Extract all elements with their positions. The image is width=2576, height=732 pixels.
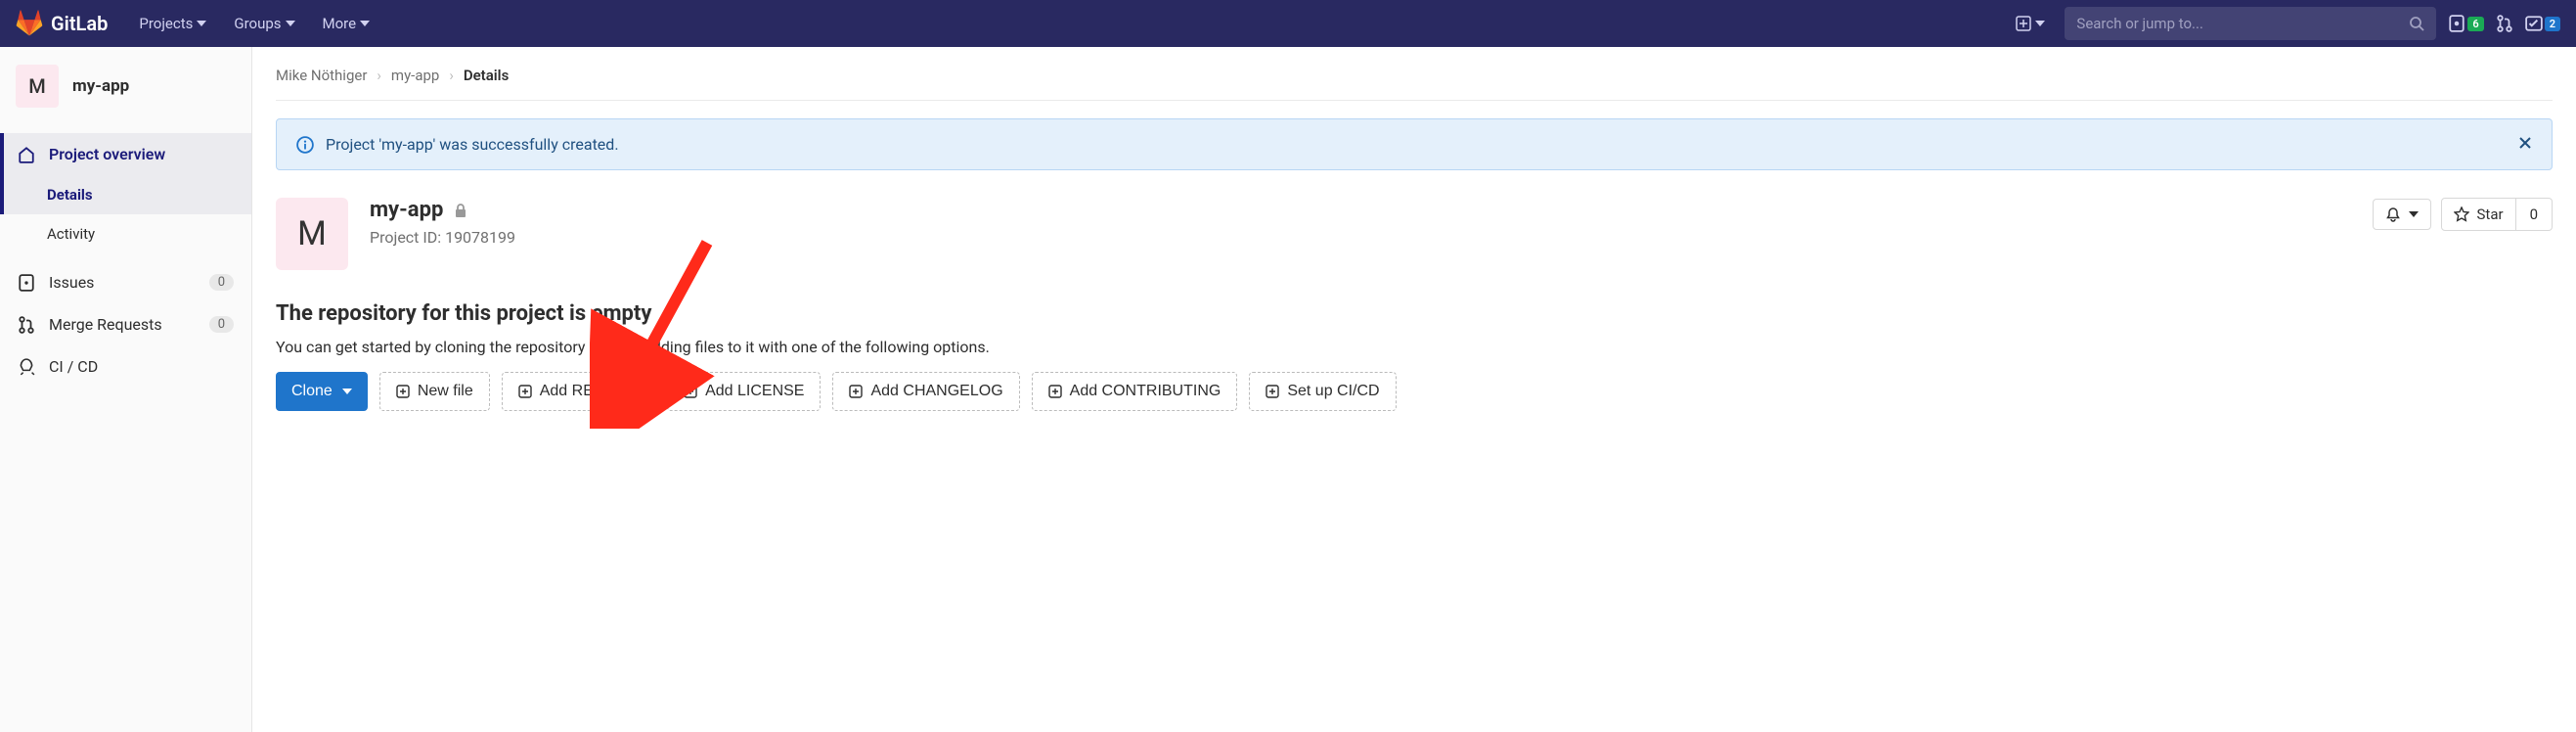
merge-requests-shortcut[interactable] bbox=[2496, 15, 2513, 32]
success-alert: Project 'my-app' was successfully create… bbox=[276, 118, 2553, 170]
top-navbar: GitLab Projects Groups More Search or ju… bbox=[0, 0, 2576, 47]
empty-repo-title: The repository for this project is empty bbox=[276, 301, 2553, 326]
project-name: my-app bbox=[72, 76, 129, 96]
notifications-dropdown[interactable] bbox=[2373, 199, 2431, 230]
sidebar-item-merge-requests[interactable]: Merge Requests 0 bbox=[0, 303, 251, 345]
brand-logo[interactable]: GitLab bbox=[16, 10, 108, 37]
rocket-icon bbox=[18, 358, 35, 376]
star-button[interactable]: Star bbox=[2441, 198, 2516, 231]
issues-icon bbox=[18, 274, 35, 292]
merge-icon bbox=[18, 316, 35, 334]
plus-square-icon bbox=[1048, 385, 1062, 398]
sidebar-project-header[interactable]: M my-app bbox=[0, 47, 251, 125]
todos-badge: 2 bbox=[2545, 17, 2560, 31]
issues-badge: 6 bbox=[2467, 17, 2483, 31]
nav-groups[interactable]: Groups bbox=[222, 7, 306, 40]
sidebar-item-overview[interactable]: Project overview bbox=[0, 133, 251, 175]
sidebar-subitem-activity[interactable]: Activity bbox=[0, 214, 251, 253]
breadcrumb-current: Details bbox=[464, 67, 509, 84]
breadcrumb-project[interactable]: my-app bbox=[391, 67, 439, 84]
search-placeholder: Search or jump to... bbox=[2076, 15, 2203, 32]
add-license-button[interactable]: Add LICENSE bbox=[667, 372, 821, 411]
breadcrumb-user[interactable]: Mike Nöthiger bbox=[276, 67, 367, 84]
nav-items: Projects Groups More bbox=[127, 7, 381, 40]
new-dropdown[interactable] bbox=[2008, 10, 2053, 37]
chevron-down-icon bbox=[2409, 211, 2419, 217]
clone-button[interactable]: Clone bbox=[276, 372, 368, 411]
chevron-down-icon bbox=[286, 21, 295, 26]
new-file-button[interactable]: New file bbox=[379, 372, 490, 411]
alert-text: Project 'my-app' was successfully create… bbox=[326, 135, 619, 154]
home-icon bbox=[18, 146, 35, 163]
chevron-down-icon bbox=[2035, 21, 2045, 26]
hero-avatar: M bbox=[276, 198, 348, 270]
project-avatar: M bbox=[16, 65, 59, 108]
empty-repo-subtitle: You can get started by cloning the repos… bbox=[276, 338, 2553, 356]
add-readme-button[interactable]: Add README bbox=[502, 372, 655, 411]
brand-name: GitLab bbox=[51, 12, 108, 35]
breadcrumb: Mike Nöthiger › my-app › Details bbox=[276, 67, 2553, 101]
mr-count-badge: 0 bbox=[209, 316, 234, 333]
sidebar: M my-app Project overview Details Activi… bbox=[0, 47, 252, 732]
issues-count-badge: 0 bbox=[209, 274, 234, 291]
add-changelog-button[interactable]: Add CHANGELOG bbox=[832, 372, 1019, 411]
plus-square-icon bbox=[396, 385, 410, 398]
todos-shortcut[interactable]: 2 bbox=[2525, 15, 2560, 32]
gitlab-logo-icon bbox=[16, 10, 43, 37]
add-contributing-button[interactable]: Add CONTRIBUTING bbox=[1032, 372, 1238, 411]
star-icon bbox=[2454, 206, 2469, 222]
plus-square-icon bbox=[1266, 385, 1279, 398]
sidebar-subitem-details[interactable]: Details bbox=[0, 175, 251, 214]
search-icon bbox=[2409, 16, 2424, 31]
issues-shortcut[interactable]: 6 bbox=[2448, 15, 2483, 32]
project-hero: M my-app Project ID: 19078199 Star bbox=[276, 198, 2553, 270]
bell-icon bbox=[2385, 206, 2401, 222]
plus-square-icon bbox=[849, 385, 863, 398]
nav-more[interactable]: More bbox=[311, 7, 382, 40]
info-icon bbox=[296, 136, 314, 154]
plus-square-icon bbox=[2016, 16, 2031, 31]
project-id: Project ID: 19078199 bbox=[370, 228, 2351, 247]
quick-actions: Clone New file Add README Add LICENSE Ad… bbox=[276, 372, 2553, 411]
search-input[interactable]: Search or jump to... bbox=[2065, 7, 2436, 40]
chevron-down-icon bbox=[342, 389, 352, 394]
main-content: Mike Nöthiger › my-app › Details Project… bbox=[252, 47, 2576, 732]
star-count[interactable]: 0 bbox=[2516, 198, 2553, 231]
close-icon bbox=[2518, 136, 2532, 150]
setup-cicd-button[interactable]: Set up CI/CD bbox=[1249, 372, 1396, 411]
chevron-down-icon bbox=[360, 21, 370, 26]
sidebar-item-cicd[interactable]: CI / CD bbox=[0, 345, 251, 388]
sidebar-item-issues[interactable]: Issues 0 bbox=[0, 261, 251, 303]
hero-title: my-app bbox=[370, 198, 443, 222]
nav-projects[interactable]: Projects bbox=[127, 7, 218, 40]
header-right: Search or jump to... 6 2 bbox=[2008, 7, 2560, 40]
plus-square-icon bbox=[684, 385, 697, 398]
alert-close-button[interactable] bbox=[2518, 135, 2532, 154]
chevron-down-icon bbox=[197, 21, 206, 26]
lock-icon bbox=[453, 203, 468, 218]
plus-square-icon bbox=[518, 385, 532, 398]
